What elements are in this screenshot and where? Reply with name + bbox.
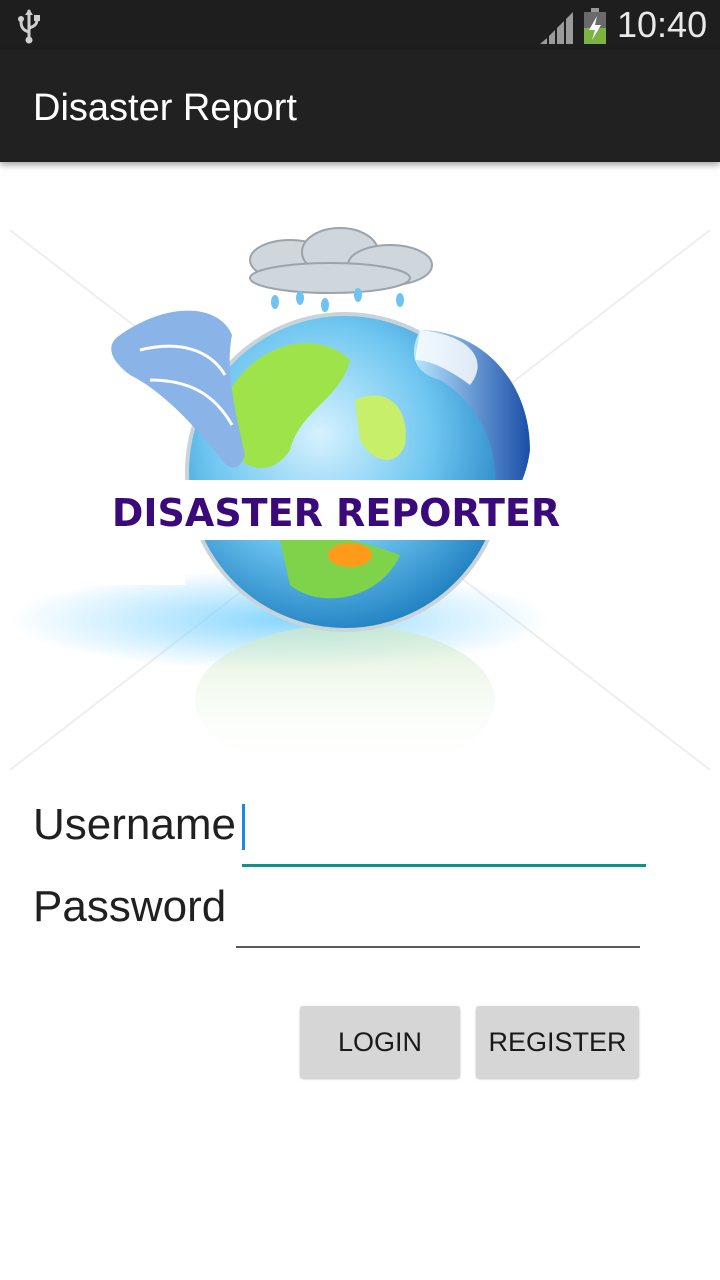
app-bar: Disaster Report	[0, 50, 720, 162]
battery-charging-icon	[584, 8, 606, 44]
password-underline	[236, 946, 640, 948]
status-bar: 10:40	[0, 0, 720, 50]
logo-text: DISASTER REPORTER	[112, 491, 560, 535]
signal-icon	[540, 12, 573, 44]
register-button[interactable]: REGISTER	[476, 1006, 639, 1078]
password-label: Password	[33, 882, 227, 931]
login-button[interactable]: LOGIN	[300, 1006, 460, 1078]
username-underline	[242, 864, 646, 867]
text-caret	[242, 804, 245, 850]
usb-icon	[18, 9, 40, 44]
disaster-reporter-logo: DISASTER REPORTER	[9, 227, 711, 775]
app-title: Disaster Report	[33, 87, 297, 129]
clock: 10:40	[617, 4, 708, 45]
password-input[interactable]	[238, 884, 638, 938]
username-input[interactable]	[244, 802, 644, 856]
username-label: Username	[33, 800, 236, 849]
